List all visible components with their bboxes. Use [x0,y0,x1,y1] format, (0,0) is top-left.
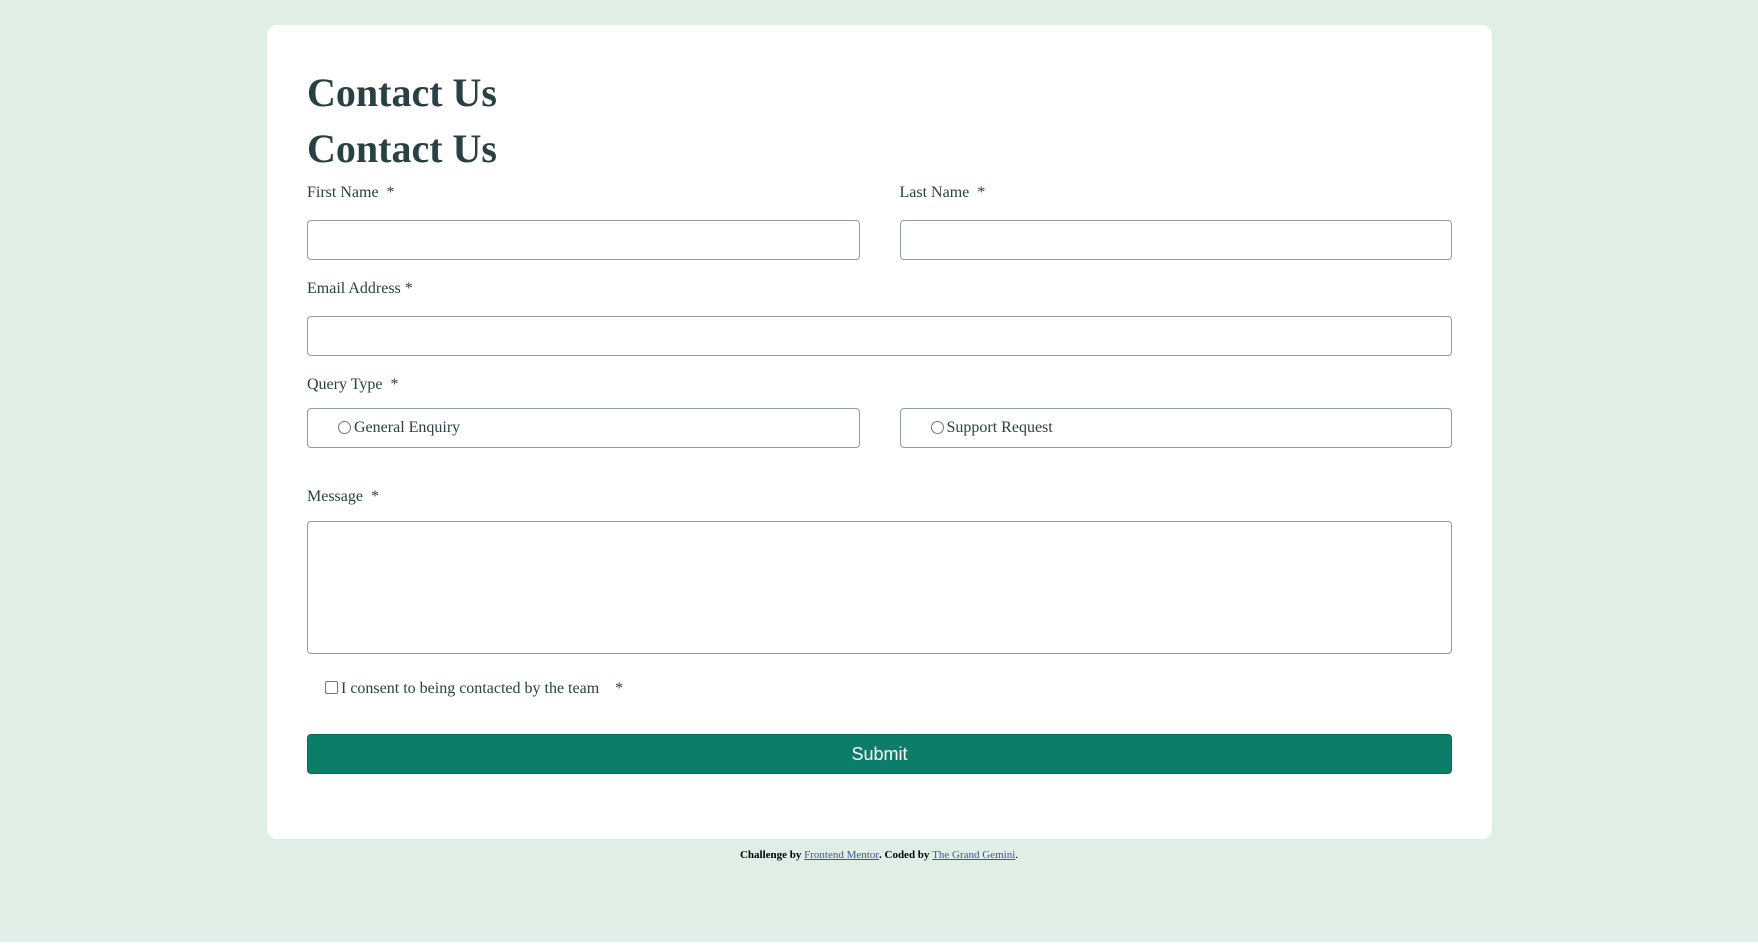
support-request-label: Support Request [946,419,1053,436]
attribution-prefix: Challenge by [739,849,805,861]
submit-button[interactable]: Submit [307,734,1452,774]
email-input[interactable] [307,316,1452,356]
attribution-middle: . Coded by [879,849,933,861]
query-type-label: Query Type * [307,376,399,393]
submit-wrapper: Submit [307,734,1452,774]
general-enquiry-option[interactable]: General Enquiry [307,408,860,448]
form-title: Contact Us [307,126,497,171]
consent-checkbox[interactable] [325,681,338,694]
name-row: First Name * Last Name * [307,183,1452,260]
general-enquiry-radio[interactable] [338,420,351,434]
email-label: Email Address * [307,280,413,297]
first-name-input[interactable] [307,220,860,260]
page-title: Contact Us [307,70,497,115]
query-type-group: Query Type * General Enquiry Support Req… [307,375,1452,448]
support-request-radio[interactable] [930,420,944,434]
attribution: Challenge by Frontend Mentor. Coded by T… [0,849,1758,861]
query-options-row: General Enquiry Support Request [307,395,1452,448]
page-bottom-edge [0,942,1758,946]
contact-form-card: Contact Us Contact Us First Name * Last … [267,25,1492,839]
general-enquiry-label: General Enquiry [354,419,461,436]
last-name-input[interactable] [899,220,1452,260]
author-link[interactable]: The Grand Gemini [932,849,1015,861]
message-label: Message * [307,488,379,505]
first-name-group: First Name * [307,183,860,260]
attribution-suffix: . [1015,849,1019,861]
consent-group: I consent to being contacted by the team… [325,679,1452,699]
message-group: Message * [307,487,1452,654]
last-name-group: Last Name * [899,183,1452,260]
query-option-general: General Enquiry [307,395,860,448]
last-name-label: Last Name * [899,184,986,201]
email-group: Email Address * [307,279,1452,356]
support-request-option[interactable]: Support Request [899,408,1452,448]
first-name-label: First Name * [307,184,395,201]
consent-label: I consent to being contacted by the team… [341,680,624,697]
query-option-support: Support Request [899,395,1452,448]
frontend-mentor-link[interactable]: Frontend Mentor [804,849,879,861]
message-textarea[interactable] [307,521,1452,654]
